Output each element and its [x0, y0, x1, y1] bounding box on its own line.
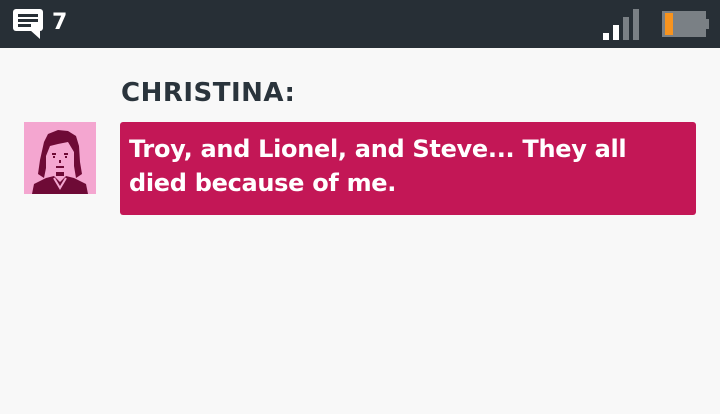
- chat-bubble-icon[interactable]: [12, 8, 46, 40]
- status-bar: 7: [0, 0, 720, 48]
- speech-bubble[interactable]: Troy, and Lionel, and Steve... They all …: [120, 122, 696, 215]
- message-count: 7: [52, 10, 68, 35]
- dialogue-text: Troy, and Lionel, and Steve... They all …: [129, 135, 627, 197]
- christina-portrait-icon: [24, 122, 96, 194]
- avatar: [24, 122, 96, 194]
- signal-strength-icon: [602, 9, 642, 41]
- battery-icon: [661, 10, 709, 38]
- speaker-name: CHRISTINA:: [121, 78, 296, 108]
